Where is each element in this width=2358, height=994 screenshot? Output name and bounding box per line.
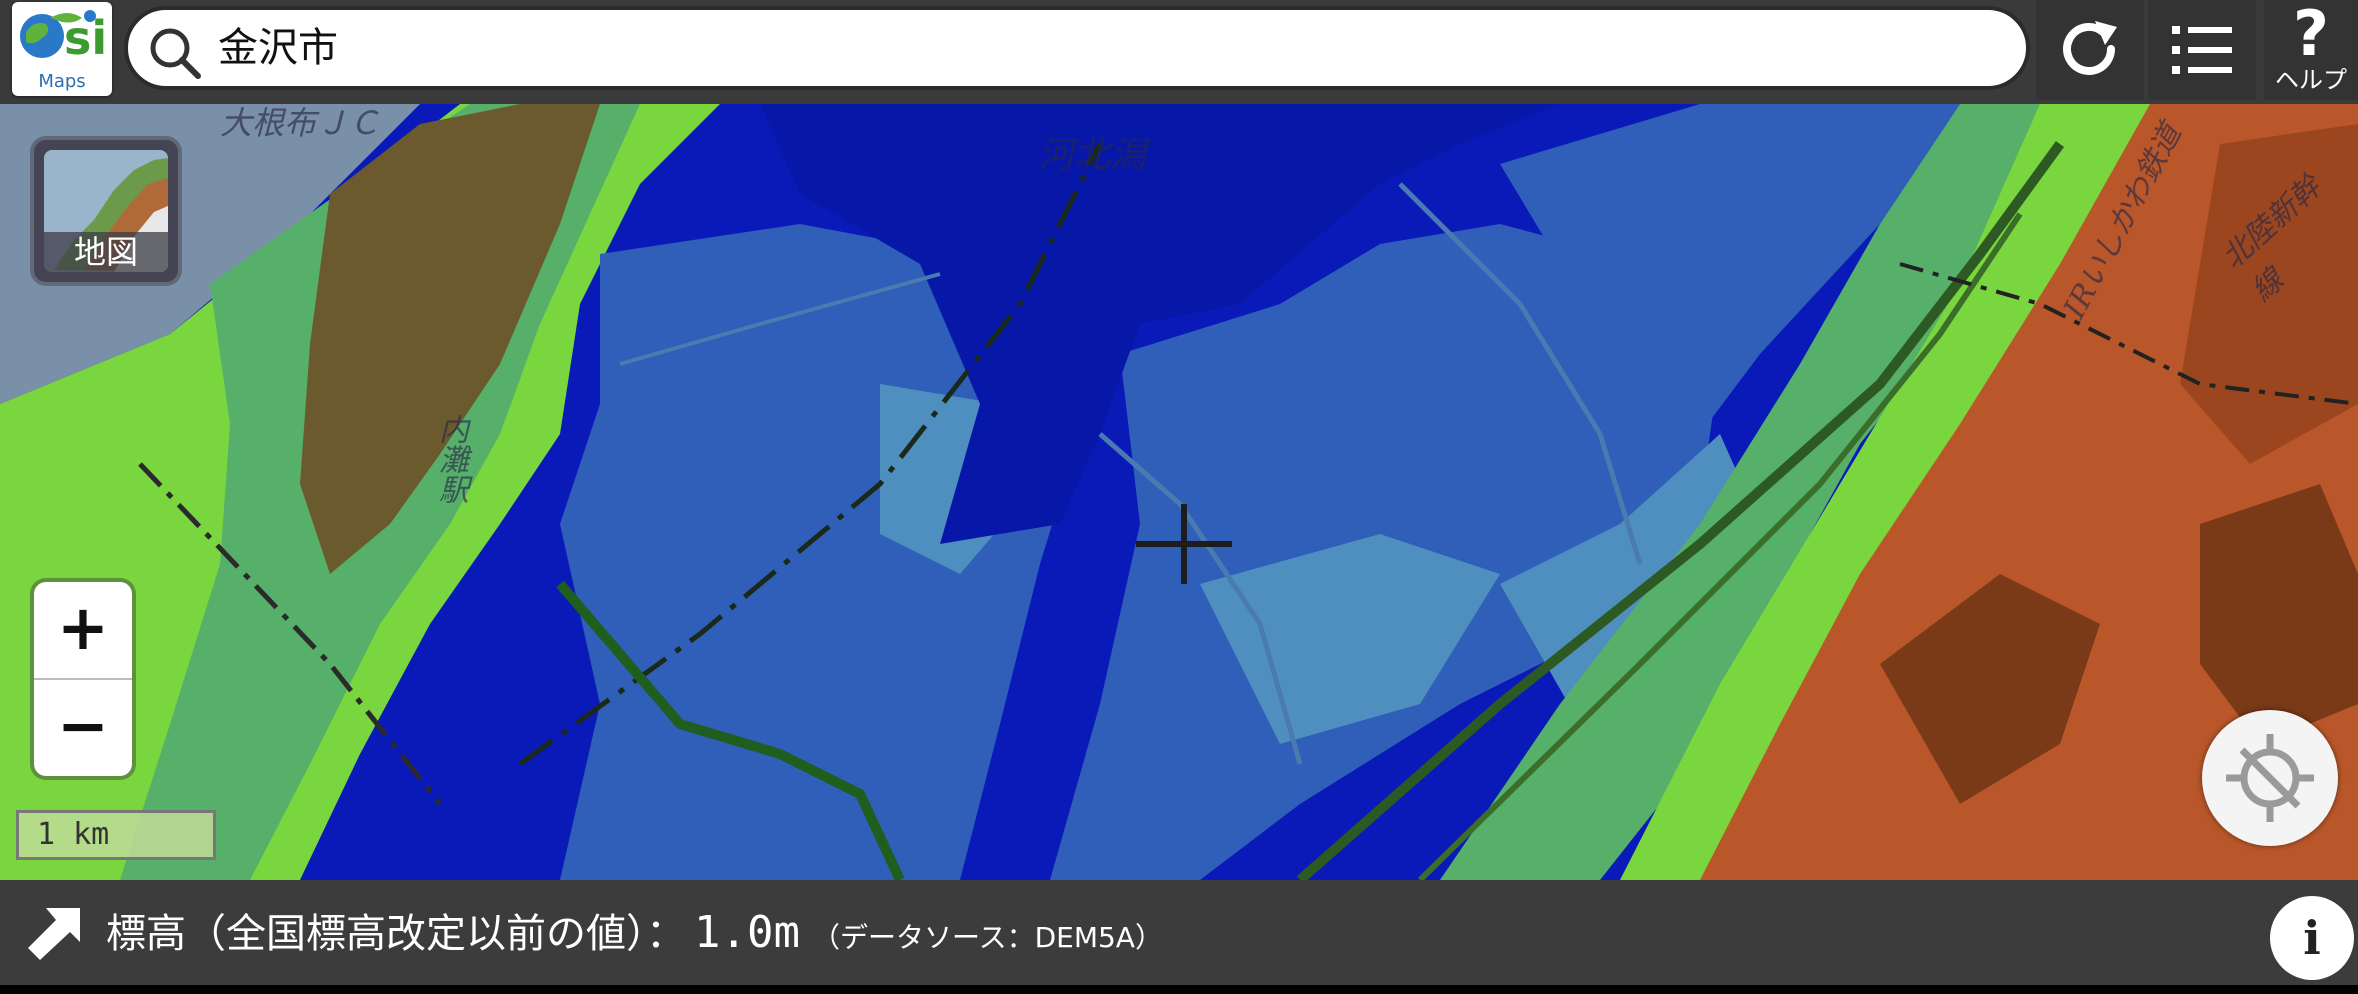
gsi-logo-icon: si [20, 10, 107, 65]
menu-button[interactable] [2148, 0, 2256, 100]
list-menu-icon [2172, 26, 2232, 74]
elevation-info-bar: 標高（全国標高改定以前の値）： 1.0m （データソース：DEM5A） i [0, 880, 2358, 985]
station-label: 内灘駅 [433, 414, 468, 504]
search-icon[interactable] [146, 24, 206, 84]
zoom-control: + − [34, 582, 132, 776]
layer-map-button[interactable]: 地図 [34, 140, 178, 282]
search-box[interactable] [124, 6, 2030, 90]
layer-label: 地図 [44, 232, 168, 272]
info-button[interactable]: i [2270, 896, 2354, 980]
gps-off-icon [2226, 734, 2314, 822]
gsi-maps-logo[interactable]: si Maps [12, 2, 112, 96]
elevation-readout: 標高（全国標高改定以前の値）： 1.0m （データソース：DEM5A） [106, 880, 1163, 985]
current-location-button[interactable] [2202, 710, 2338, 846]
refresh-icon [2063, 21, 2117, 75]
logo-label: Maps [38, 71, 86, 92]
zoom-out-button[interactable]: − [34, 680, 132, 776]
lagoon-label: 河北潟 [1038, 135, 1147, 176]
top-toolbar: si Maps ? ヘルプ [0, 0, 2358, 104]
zoom-in-button[interactable]: + [34, 582, 132, 680]
help-button[interactable]: ? ヘルプ [2264, 0, 2358, 100]
scale-bar: 1 km [16, 810, 216, 860]
map-canvas[interactable]: 河北潟 大根布ＪＣ 内灘駅 IRいしかわ鉄道 北陸新幹線 [0, 104, 2358, 880]
elevation-map [0, 104, 2358, 880]
refresh-button[interactable] [2036, 0, 2144, 100]
scale-label: 1 km [37, 817, 110, 852]
elevation-value: 1.0m [694, 907, 800, 958]
junction-label: 大根布ＪＣ [220, 104, 381, 142]
help-label: ヘルプ [2275, 66, 2347, 94]
elevation-source: （データソース：DEM5A） [811, 921, 1163, 954]
elevation-label: 標高（全国標高改定以前の値）： [106, 911, 686, 957]
search-input[interactable] [218, 10, 1998, 86]
expand-arrow-icon[interactable] [26, 904, 84, 962]
